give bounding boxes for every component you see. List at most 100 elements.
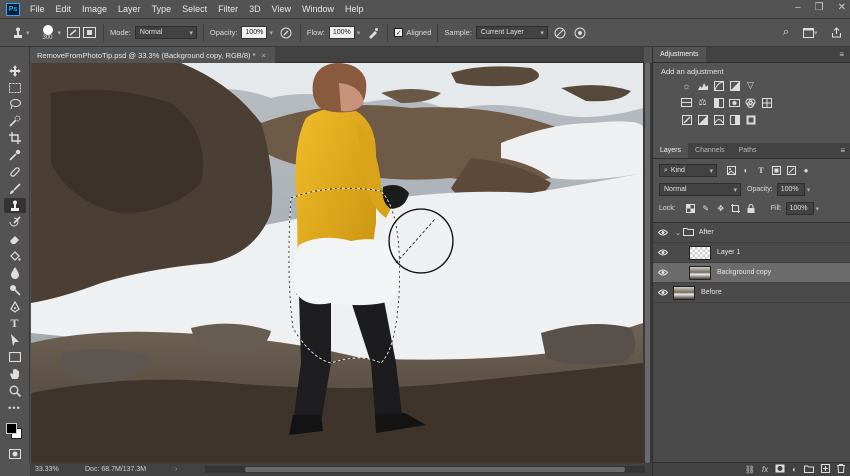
horizontal-scrollbar-thumb[interactable] [245, 467, 625, 472]
color-swatches[interactable] [4, 421, 26, 442]
menu-image[interactable]: Image [82, 4, 107, 14]
history-brush-tool-icon[interactable] [4, 215, 26, 230]
gradient-map-icon[interactable] [729, 114, 740, 125]
menu-select[interactable]: Select [182, 4, 207, 14]
close-tab-icon[interactable]: × [262, 51, 266, 60]
visibility-eye-icon[interactable] [653, 249, 673, 256]
lock-position-icon[interactable]: ✥ [715, 203, 727, 215]
pressure-opacity-icon[interactable] [278, 25, 294, 41]
brush-tool-icon[interactable] [4, 181, 26, 196]
brush-settings-icon[interactable] [65, 25, 81, 41]
blur-tool-icon[interactable] [4, 265, 26, 280]
tab-adjustments[interactable]: Adjustments [653, 47, 706, 62]
menu-view[interactable]: View [272, 4, 291, 14]
menu-file[interactable]: File [30, 4, 45, 14]
lock-artboard-icon[interactable] [730, 203, 742, 215]
group-expand-chevron-icon[interactable]: ⌄ [675, 229, 681, 237]
visibility-eye-icon[interactable] [653, 289, 673, 296]
menu-help[interactable]: Help [345, 4, 364, 14]
share-icon[interactable] [828, 25, 844, 41]
horizontal-scrollbar[interactable] [205, 466, 645, 473]
new-adjustment-layer-icon[interactable]: ◐ [792, 465, 797, 474]
invert-icon[interactable] [681, 114, 692, 125]
crop-tool-icon[interactable] [4, 130, 26, 145]
layer-style-fx-icon[interactable]: fx [762, 465, 768, 474]
panel-menu-icon[interactable]: ≡ [839, 50, 844, 59]
brightness-contrast-icon[interactable]: ☼ [681, 81, 692, 91]
airbrush-icon[interactable] [365, 25, 381, 41]
pressure-size-icon[interactable] [572, 25, 588, 41]
quick-selection-tool-icon[interactable] [4, 114, 26, 129]
workspace-chevron-icon[interactable]: ▾ [814, 29, 818, 37]
mode-dropdown[interactable]: Normal [134, 26, 197, 39]
marquee-tool-icon[interactable] [4, 80, 26, 95]
vertical-scrollbar[interactable] [643, 63, 652, 463]
filter-shape-icon[interactable] [770, 165, 782, 177]
layer-row-background-copy[interactable]: Background copy [653, 263, 850, 283]
menu-3d[interactable]: 3D [249, 4, 261, 14]
delete-layer-icon[interactable] [837, 464, 845, 475]
ignore-adjustment-layers-icon[interactable] [552, 25, 568, 41]
minimize-button[interactable]: – [795, 2, 801, 13]
eraser-tool-icon[interactable] [4, 232, 26, 247]
opacity-chevron-icon[interactable]: ▾ [269, 29, 273, 37]
fill-input[interactable]: 100% [785, 202, 814, 215]
selective-color-icon[interactable] [745, 115, 756, 125]
menu-type[interactable]: Type [152, 4, 172, 14]
paint-bucket-tool-icon[interactable] [4, 248, 26, 263]
tab-layers[interactable]: Layers [653, 143, 689, 158]
lock-transparent-pixels-icon[interactable] [685, 203, 697, 215]
aligned-checkbox[interactable]: ✓ [394, 28, 404, 37]
filter-smart-object-icon[interactable] [785, 165, 797, 177]
channel-mixer-icon[interactable] [745, 98, 756, 108]
more-tools-icon[interactable]: ••• [4, 400, 26, 415]
hue-saturation-icon[interactable] [681, 98, 692, 108]
lock-image-pixels-icon[interactable]: ✎ [700, 203, 712, 215]
layers-panel-menu-icon[interactable]: ≡ [840, 146, 845, 155]
blend-mode-dropdown[interactable]: Normal [659, 183, 741, 196]
opacity-input[interactable]: 100% [241, 26, 268, 39]
posterize-icon[interactable] [697, 114, 708, 125]
lock-all-icon[interactable] [745, 203, 757, 215]
tool-preset-chevron-icon[interactable]: ▾ [26, 29, 30, 37]
layer-opacity-chevron-icon[interactable]: ▾ [807, 186, 811, 194]
filter-toggle-icon[interactable]: ● [800, 165, 812, 177]
brush-chevron-icon[interactable]: ▾ [58, 29, 62, 37]
vibrance-icon[interactable]: ▽ [745, 80, 756, 91]
menu-filter[interactable]: Filter [218, 4, 238, 14]
search-icon[interactable]: ⌕ [778, 25, 794, 41]
zoom-tool-icon[interactable] [4, 383, 26, 398]
type-tool-icon[interactable]: T [4, 316, 26, 331]
foreground-color-swatch[interactable] [5, 423, 17, 435]
close-window-button[interactable]: ✕ [838, 2, 846, 13]
healing-brush-tool-icon[interactable] [4, 164, 26, 179]
layer-row-layer-1[interactable]: Layer 1 [653, 243, 850, 263]
pen-tool-icon[interactable] [4, 299, 26, 314]
clone-stamp-tool-icon[interactable] [3, 197, 26, 214]
visibility-eye-icon[interactable] [653, 229, 673, 236]
visibility-eye-icon[interactable] [653, 269, 673, 276]
status-info-chevron-icon[interactable]: › [175, 466, 177, 473]
filter-pixel-icon[interactable] [725, 165, 737, 177]
color-lookup-icon[interactable] [761, 97, 772, 108]
vertical-scrollbar-thumb[interactable] [645, 63, 650, 463]
document-tab[interactable]: RemoveFromPhotoTip.psd @ 33.3% (Backgrou… [30, 47, 275, 63]
brush-preset-picker[interactable]: 300 [38, 24, 58, 41]
eyedropper-tool-icon[interactable] [4, 147, 26, 162]
exposure-icon[interactable] [729, 80, 740, 91]
layer-row-after-group[interactable]: ⌄ After [653, 223, 850, 243]
color-balance-icon[interactable]: ⚖ [697, 97, 708, 108]
photo-filter-icon[interactable] [729, 98, 740, 108]
layer-filter-kind-dropdown[interactable]: ⌕ Kind [659, 164, 717, 177]
maximize-button[interactable]: ❐ [815, 2, 824, 13]
sample-dropdown[interactable]: Current Layer [475, 26, 548, 39]
path-selection-tool-icon[interactable] [4, 333, 26, 348]
hand-tool-icon[interactable] [4, 366, 26, 381]
levels-icon[interactable] [697, 81, 708, 91]
layer-opacity-input[interactable]: 100% [776, 183, 805, 196]
layer-row-before[interactable]: Before [653, 283, 850, 303]
menu-layer[interactable]: Layer [118, 4, 141, 14]
dodge-tool-icon[interactable] [4, 282, 26, 297]
filter-adjustment-icon[interactable]: ◐ [740, 165, 752, 177]
lasso-tool-icon[interactable] [4, 97, 26, 112]
